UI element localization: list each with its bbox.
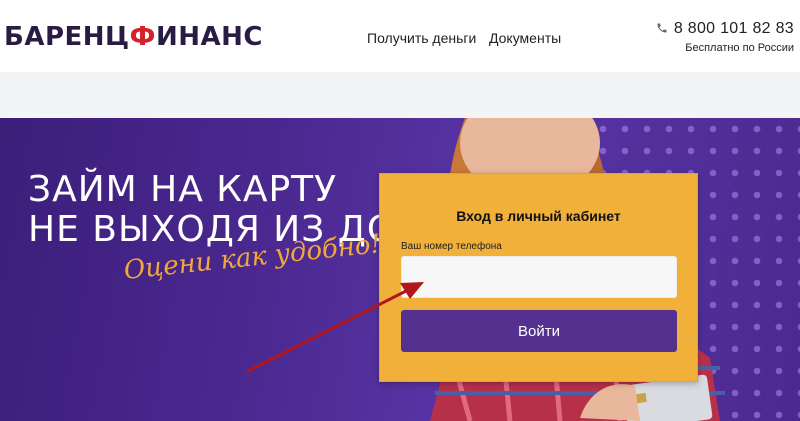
phone-input[interactable] [401,256,677,298]
login-title: Вход в личный кабинет [456,208,621,224]
phone-note: Бесплатно по России [685,42,794,54]
brand-logo[interactable]: БАРЕНЦФИНАНС [4,22,263,52]
logo-accent-letter: Ф [129,22,156,52]
phone-line[interactable]: 8 800 101 82 83 [656,20,794,38]
grey-divider-strip [0,72,800,118]
login-card: Вход в личный кабинет Ваш номер телефона… [379,173,698,382]
nav-get-money-link[interactable]: Получить деньги [367,30,476,46]
phone-number: 8 800 101 82 83 [673,20,794,37]
site-header: БАРЕНЦФИНАНС Получить деньги Документы 8… [0,0,800,72]
contact-phone-block: 8 800 101 82 83 Бесплатно по России [656,20,794,54]
nav-documents-link[interactable]: Документы [489,30,561,46]
phone-icon [657,23,667,33]
logo-text-part1: БАРЕНЦ [4,22,130,52]
phone-input-label: Ваш номер телефона [401,241,502,252]
logo-text-part2: ИНАНС [155,22,263,52]
login-submit-button[interactable]: Войти [401,310,677,352]
